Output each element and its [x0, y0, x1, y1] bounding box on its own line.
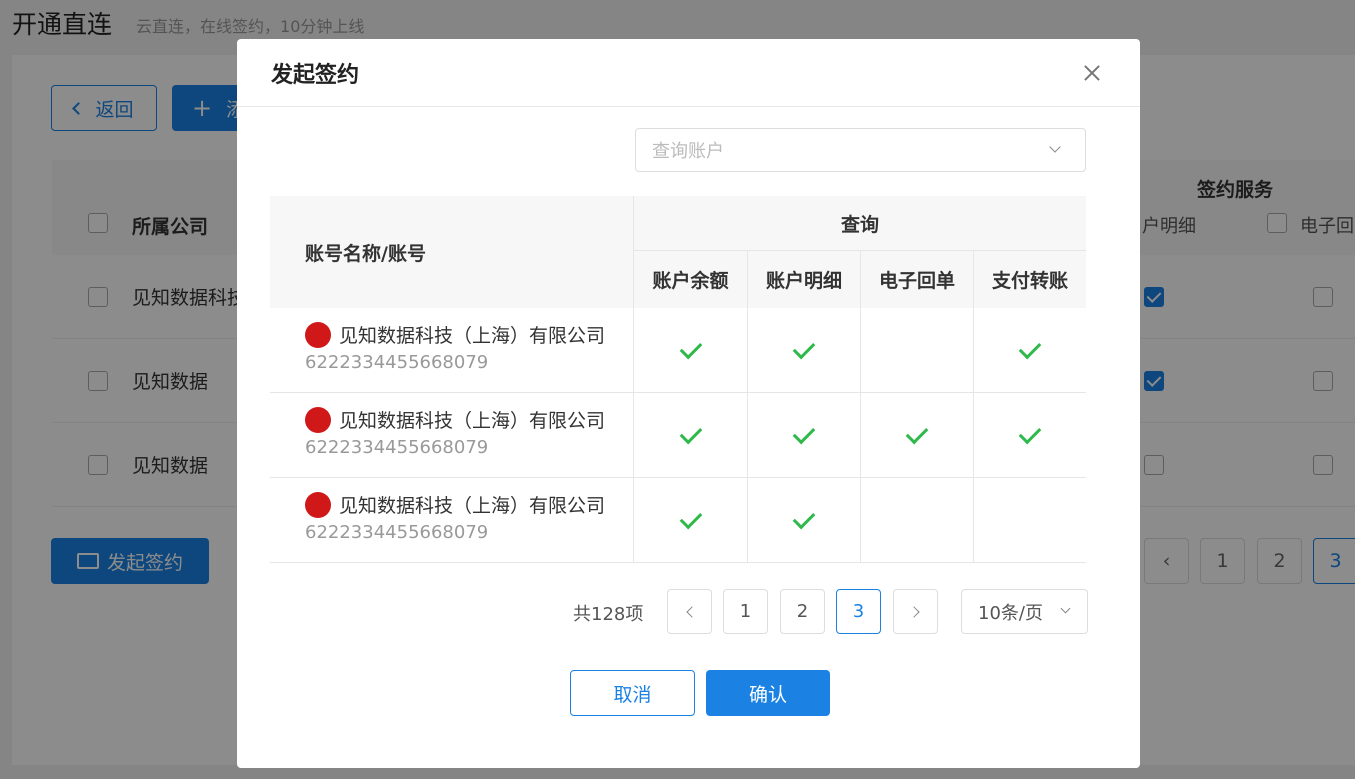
permission-cell: [634, 308, 747, 393]
account-name: 见知数据科技（上海）有限公司: [339, 325, 606, 347]
chevron-left-icon: [685, 605, 698, 618]
check-icon: [792, 506, 816, 529]
check-icon: [905, 421, 929, 444]
column-account: 账号名称/账号: [270, 196, 634, 308]
permission-cell: [973, 478, 1086, 563]
check-icon: [1018, 421, 1042, 444]
pagination-page-current[interactable]: 3: [836, 589, 881, 634]
dialog-header: 发起签约: [237, 39, 1140, 107]
table-row: 见知数据科技（上海）有限公司 6222334455668079: [270, 393, 1086, 478]
close-icon[interactable]: [1080, 61, 1104, 85]
check-icon: [1018, 336, 1042, 359]
permission-cell: [860, 393, 973, 478]
bank-logo-icon: [305, 321, 331, 348]
column-balance: 账户余额: [652, 270, 729, 292]
account-search-select[interactable]: 查询账户: [635, 128, 1086, 172]
permission-cell: [747, 478, 860, 563]
account-number: 6222334455668079: [305, 522, 489, 543]
table-row: 见知数据科技（上海）有限公司 6222334455668079: [270, 478, 1086, 563]
account-table: 账号名称/账号 查询 账户余额 账户明细 电子回单 支付转账 见知数据科技（上海…: [270, 196, 1086, 563]
permission-cell: [973, 393, 1086, 478]
column-detail: 账户明细: [747, 251, 860, 308]
account-number: 6222334455668079: [305, 437, 489, 458]
chevron-right-icon: [907, 605, 920, 618]
account-line: 见知数据科技（上海）有限公司: [305, 321, 633, 348]
cancel-button[interactable]: 取消: [570, 670, 695, 716]
account-name: 见知数据科技（上海）有限公司: [339, 495, 606, 517]
pagination-page[interactable]: 2: [780, 589, 825, 634]
page-size-value: 10条/页: [978, 602, 1043, 624]
sign-dialog: 发起签约 查询账户 账号名称/账号 查询 账户余额 账户明细 电子回单 支付转账…: [237, 39, 1140, 768]
table-header: 账号名称/账号 查询 账户余额 账户明细 电子回单 支付转账: [270, 196, 1086, 308]
account-line: 见知数据科技（上海）有限公司: [305, 491, 633, 518]
dialog-title: 发起签约: [271, 62, 360, 88]
permission-cell: [860, 478, 973, 563]
check-icon: [792, 336, 816, 359]
check-icon: [679, 421, 702, 444]
permission-cell: [860, 308, 973, 393]
table-row: 见知数据科技（上海）有限公司 6222334455668079: [270, 308, 1086, 393]
account-line: 见知数据科技（上海）有限公司: [305, 406, 633, 433]
account-number: 6222334455668079: [305, 352, 489, 373]
pagination-page[interactable]: 1: [723, 589, 768, 634]
pagination-total: 共128项: [573, 604, 644, 625]
confirm-button[interactable]: 确认: [706, 670, 830, 716]
pagination-prev[interactable]: [667, 589, 712, 634]
chevron-down-icon: [1060, 603, 1071, 614]
page-size-select[interactable]: 10条/页: [961, 589, 1088, 634]
column-receipt: 电子回单: [860, 251, 973, 308]
permission-cell: [634, 478, 747, 563]
account-cell: 见知数据科技（上海）有限公司 6222334455668079: [270, 308, 634, 393]
account-search-placeholder: 查询账户: [652, 141, 724, 162]
account-cell: 见知数据科技（上海）有限公司 6222334455668079: [270, 478, 634, 563]
permission-cell: [747, 308, 860, 393]
column-group-query: 查询: [634, 196, 1086, 251]
column-transfer: 支付转账: [973, 251, 1086, 308]
check-icon: [679, 506, 702, 529]
chevron-down-icon: [1049, 141, 1061, 153]
permission-cell: [634, 393, 747, 478]
bank-logo-icon: [305, 406, 331, 433]
pagination-next[interactable]: [893, 589, 938, 634]
account-name: 见知数据科技（上海）有限公司: [339, 410, 606, 432]
check-icon: [792, 421, 816, 444]
account-cell: 见知数据科技（上海）有限公司 6222334455668079: [270, 393, 634, 478]
bank-logo-icon: [305, 491, 331, 518]
permission-cell: [747, 393, 860, 478]
check-icon: [679, 336, 702, 359]
permission-cell: [973, 308, 1086, 393]
